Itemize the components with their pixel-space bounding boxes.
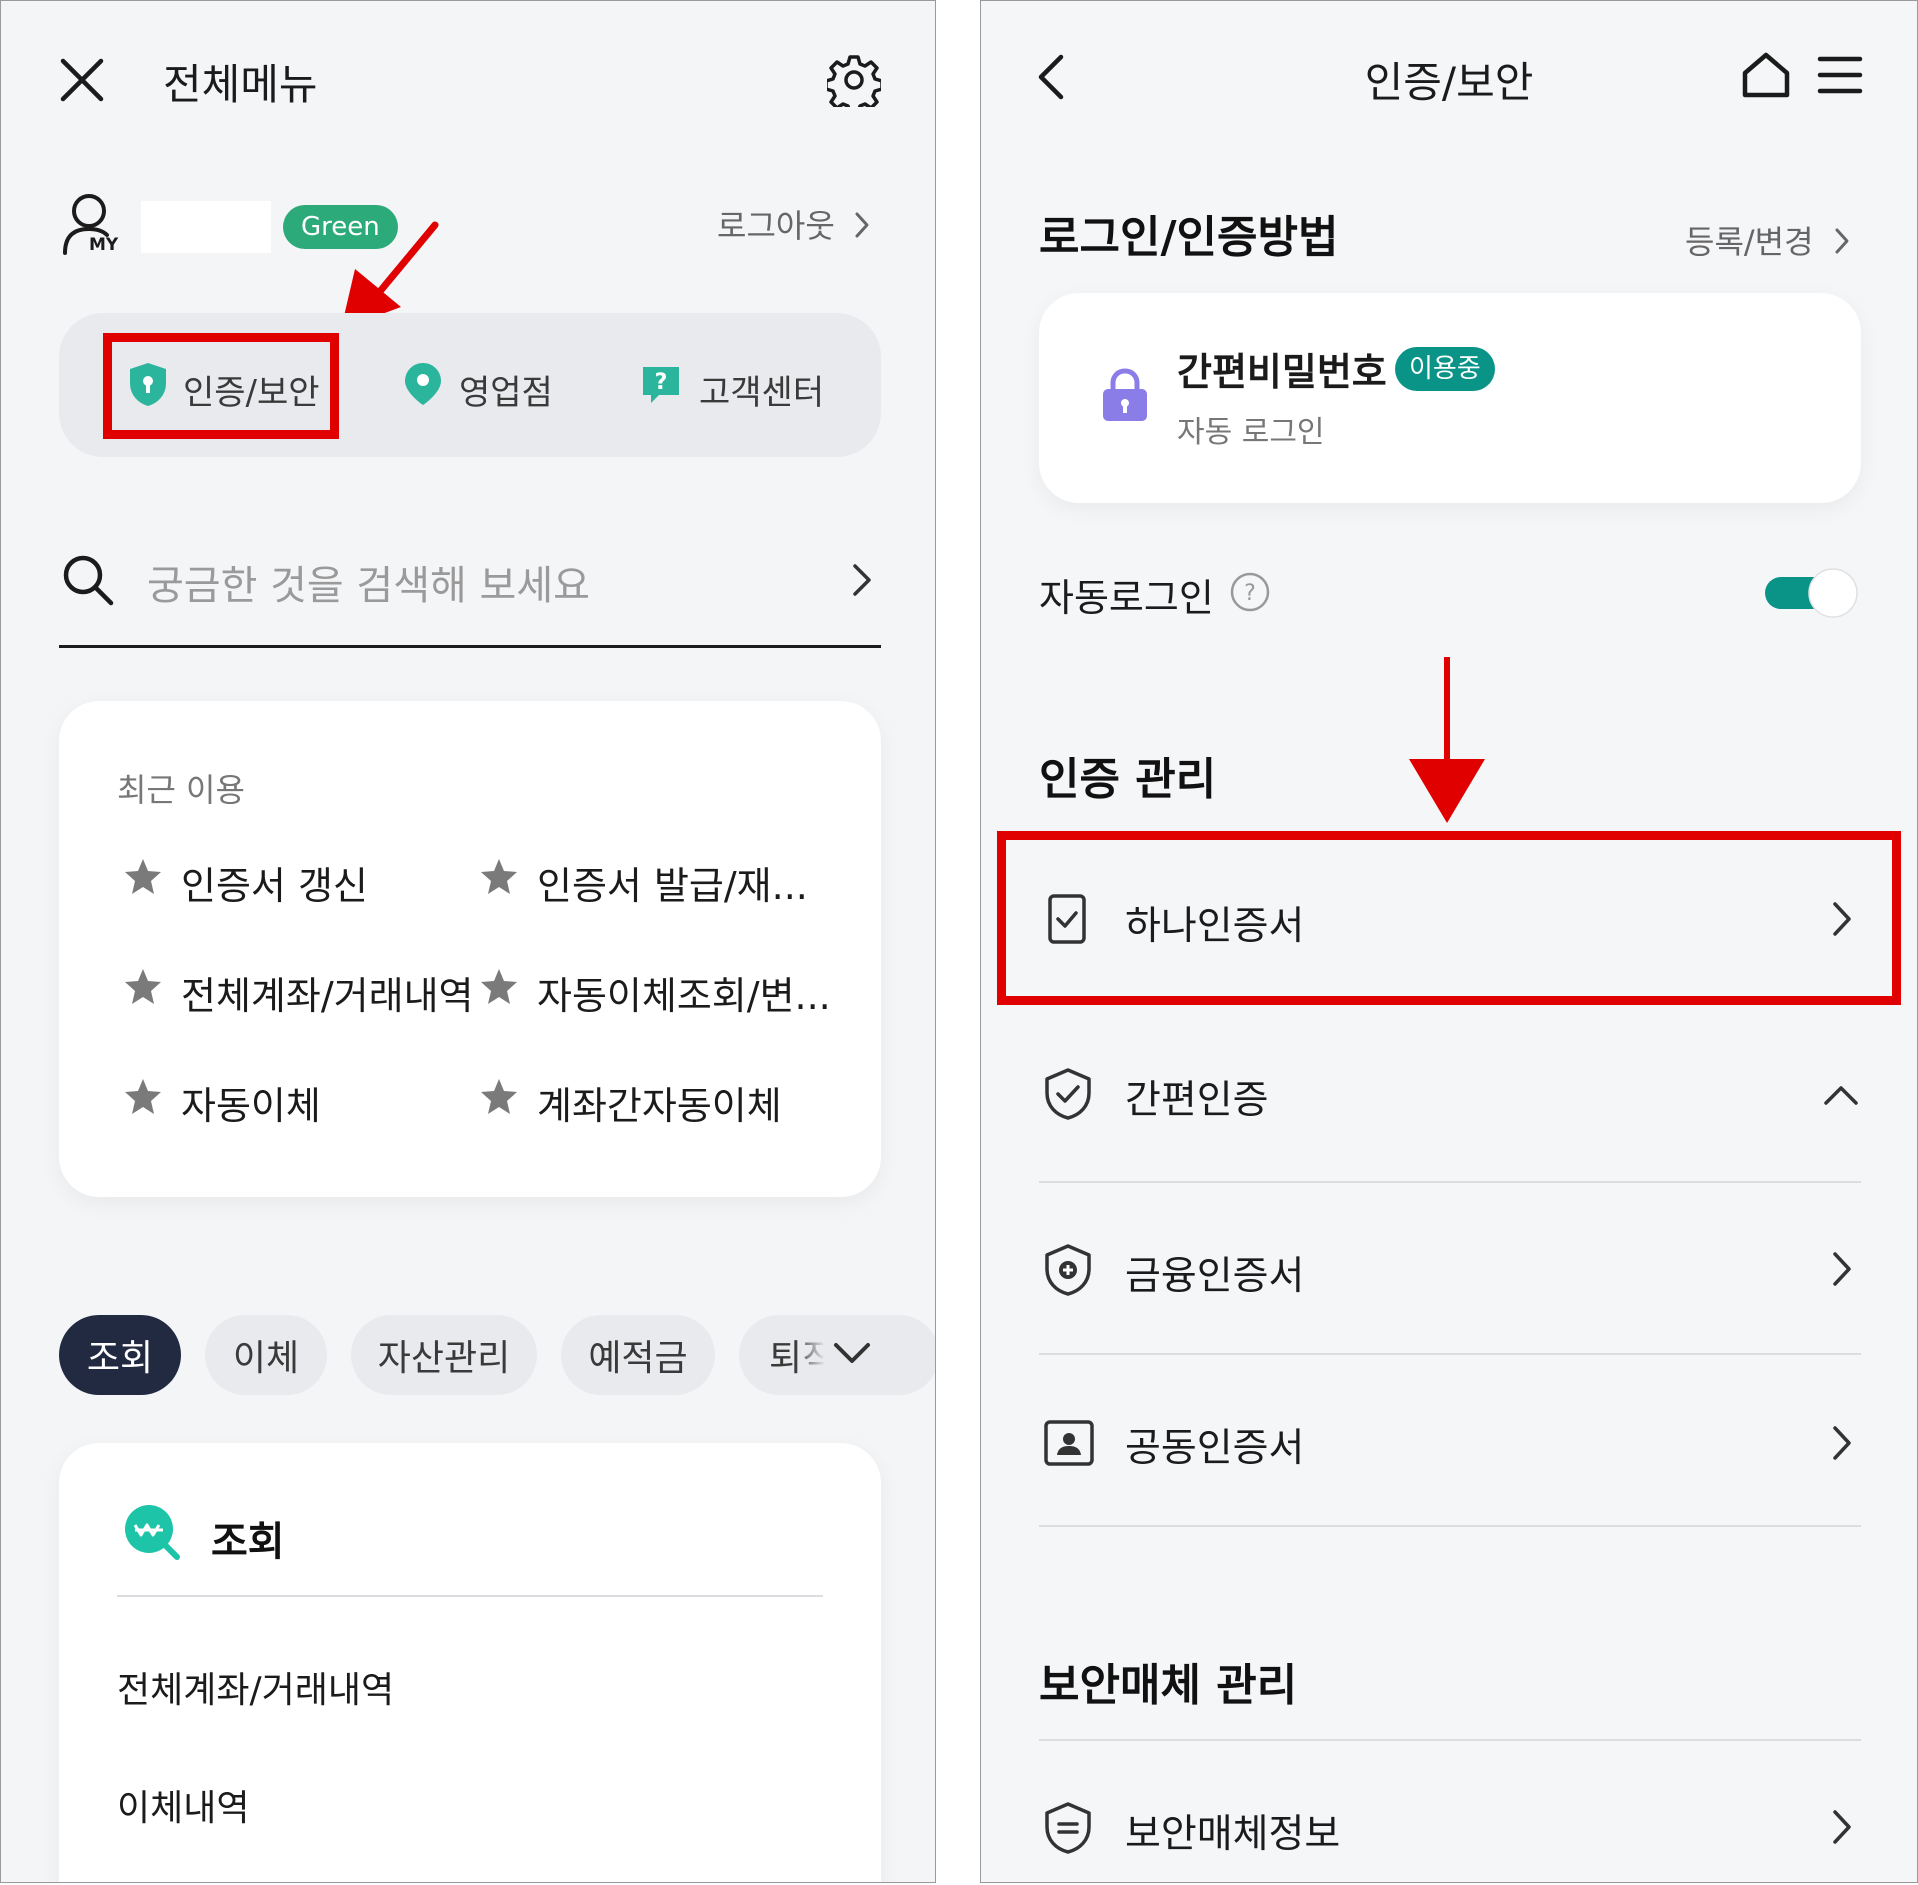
- star-icon: [123, 1077, 163, 1117]
- financial-cert-item[interactable]: 금융인증서: [1125, 1245, 1304, 1301]
- chevron-right-icon[interactable]: [1831, 901, 1853, 937]
- page-title: 전체메뉴: [163, 60, 318, 109]
- all-menu-screen: 전체메뉴 MY Green 로그아웃 인증/보안 영업점 ? 고객센터 궁금한 …: [0, 0, 936, 1883]
- divider: [1039, 1181, 1861, 1183]
- tab-deposit[interactable]: 예적금: [561, 1315, 715, 1395]
- search-underline: [59, 645, 881, 648]
- star-icon: [479, 967, 519, 1007]
- id-card-icon: [1043, 1419, 1095, 1467]
- hamburger-menu-icon[interactable]: [1817, 55, 1863, 95]
- help-question-icon[interactable]: ?: [1229, 571, 1271, 613]
- auth-method-name: 간편비밀번호: [1177, 350, 1387, 394]
- quick-customer-center[interactable]: 고객센터: [699, 365, 824, 414]
- divider: [117, 1595, 823, 1597]
- user-name-redacted: [141, 201, 271, 253]
- tab-inquiry[interactable]: 조회: [59, 1315, 181, 1395]
- quick-branch[interactable]: 영업점: [459, 365, 553, 414]
- home-icon[interactable]: [1741, 51, 1791, 99]
- chevron-right-icon[interactable]: [1831, 1251, 1853, 1287]
- highlight-box: [103, 333, 339, 439]
- cert-manage-title: 인증 관리: [1039, 754, 1217, 805]
- security-media-info-item[interactable]: 보안매체정보: [1125, 1803, 1340, 1859]
- auth-security-screen: 인증/보안 로그인/인증방법 등록/변경 간편비밀번호 이용중 자동 로그인 자…: [980, 0, 1918, 1883]
- tab-retirement-label: 퇴직: [769, 1338, 836, 1379]
- cert-check-icon: [1047, 893, 1087, 945]
- auth-method-card[interactable]: [1039, 293, 1861, 503]
- lock-icon: [1101, 367, 1149, 423]
- svg-text:?: ?: [655, 370, 668, 395]
- location-pin-icon: [403, 361, 443, 407]
- my-profile-icon[interactable]: MY: [61, 191, 127, 257]
- menu-card-title: 조회: [211, 1519, 285, 1565]
- star-icon: [123, 967, 163, 1007]
- recent-item[interactable]: 인증서 발급/재...: [537, 855, 808, 910]
- shield-lines-icon: [1043, 1801, 1093, 1855]
- shield-check-icon: [1043, 1067, 1093, 1121]
- svg-text:?: ?: [1244, 581, 1256, 606]
- divider: [1039, 1525, 1861, 1527]
- inquiry-search-icon: [123, 1503, 181, 1561]
- recent-item[interactable]: 인증서 갱신: [181, 855, 368, 910]
- auto-login-label: 자동로그인: [1039, 576, 1214, 620]
- hana-cert-item[interactable]: 하나인증서: [1125, 895, 1304, 951]
- annotation-arrow: [1407, 655, 1487, 825]
- search-input[interactable]: 궁금한 것을 검색해 보세요: [147, 553, 590, 611]
- register-change-link[interactable]: 등록/변경: [1685, 217, 1814, 263]
- my-label: MY: [89, 235, 119, 255]
- security-media-title: 보안매체 관리: [1039, 1660, 1298, 1711]
- chevron-down-icon[interactable]: [833, 1341, 871, 1367]
- recent-item[interactable]: 자동이체: [181, 1075, 321, 1130]
- auto-login-toggle[interactable]: [1763, 567, 1861, 619]
- recent-title: 최근 이용: [117, 771, 245, 809]
- chevron-right-icon[interactable]: [1831, 1425, 1853, 1461]
- in-use-badge: 이용중: [1395, 347, 1495, 391]
- login-method-title: 로그인/인증방법: [1039, 212, 1339, 263]
- shield-plus-icon: [1043, 1243, 1093, 1297]
- recent-item[interactable]: 계좌간자동이체: [537, 1075, 782, 1130]
- chevron-right-icon: [853, 211, 871, 239]
- chevron-right-icon[interactable]: [1831, 1809, 1853, 1845]
- recent-item[interactable]: 전체계좌/거래내역: [181, 965, 473, 1020]
- recent-item[interactable]: 자동이체조회/변...: [537, 965, 831, 1020]
- menu-item[interactable]: 전체계좌/거래내역: [117, 1661, 394, 1713]
- tab-transfer[interactable]: 이체: [205, 1315, 327, 1395]
- help-chat-icon: ?: [639, 363, 683, 407]
- close-icon[interactable]: [59, 57, 105, 103]
- star-icon: [479, 857, 519, 897]
- search-icon: [61, 553, 115, 607]
- simple-auth-item[interactable]: 간편인증: [1125, 1069, 1269, 1125]
- menu-item[interactable]: 이체내역: [117, 1779, 249, 1831]
- logout-link[interactable]: 로그아웃: [717, 201, 835, 247]
- star-icon: [479, 1077, 519, 1117]
- tab-asset[interactable]: 자산관리: [351, 1315, 537, 1395]
- divider: [1039, 1739, 1861, 1741]
- star-icon: [123, 857, 163, 897]
- chevron-up-icon[interactable]: [1823, 1083, 1859, 1107]
- settings-gear-icon[interactable]: [827, 53, 881, 107]
- chevron-right-icon: [1833, 227, 1851, 255]
- joint-cert-item[interactable]: 공동인증서: [1125, 1417, 1304, 1473]
- divider: [1039, 1353, 1861, 1355]
- auth-method-sub: 자동 로그인: [1177, 415, 1325, 450]
- chevron-right-icon[interactable]: [851, 563, 873, 597]
